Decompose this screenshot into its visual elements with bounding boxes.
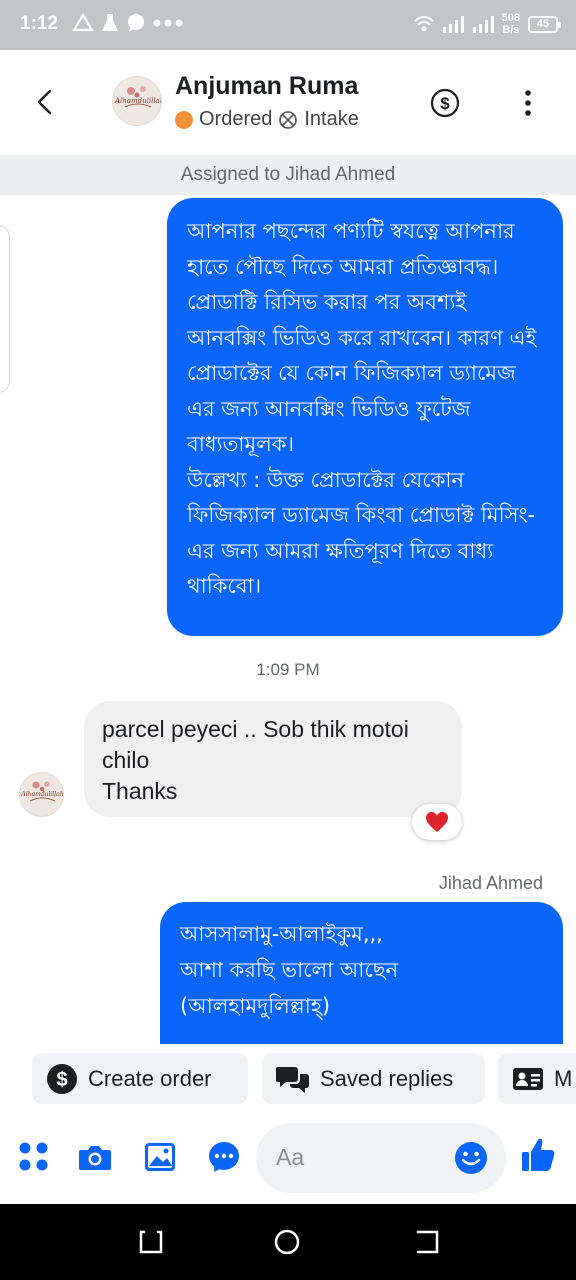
more-options-icon[interactable] <box>518 88 538 118</box>
sender-name: Jihad Ahmed <box>438 873 543 893</box>
status-label: Ordered <box>199 108 273 130</box>
assigned-banner: Assigned to Jihad Ahmed <box>0 155 576 195</box>
stage-label: Intake <box>304 108 359 130</box>
messenger-screen: 1:12 508 B/s 45 Alhamdulillah Anjuman Ru… <box>0 0 576 1280</box>
more-notifications-icon <box>153 19 183 27</box>
apps-grid-icon[interactable] <box>17 1140 51 1174</box>
flask-icon <box>102 14 118 31</box>
system-navigation-bar <box>0 1204 576 1280</box>
quick-actions: $ Create order Saved replies M <box>0 1050 576 1108</box>
avatar[interactable]: Alhamdulillah <box>112 76 162 126</box>
signal-icon-2 <box>472 16 494 33</box>
chat-icon <box>128 14 144 32</box>
status-dot-icon <box>175 110 193 129</box>
previous-message-edge <box>0 225 10 393</box>
incoming-message[interactable]: parcel peyeci .. Sob thik motoi chilo Th… <box>84 701 462 817</box>
wifi-icon <box>413 16 434 32</box>
contact-card-icon <box>513 1067 543 1090</box>
status-right: 508 B/s 45 <box>413 12 561 36</box>
message-input[interactable]: Aa <box>256 1123 506 1193</box>
payment-dollar-icon[interactable]: $ <box>430 88 460 118</box>
back-nav-icon[interactable] <box>413 1228 441 1256</box>
outgoing-message[interactable]: আপনার পছন্দের পণ্যটি স্বযত্নে আপনার হাতে… <box>167 198 563 636</box>
signal-icon <box>442 16 464 33</box>
contact-name[interactable]: Anjuman Ruma <box>175 72 358 101</box>
dollar-circle-icon: $ <box>47 1063 77 1094</box>
recent-apps-icon[interactable] <box>137 1228 165 1256</box>
intake-icon <box>279 110 298 129</box>
outgoing-message[interactable]: আসসালামু-আলাইকুম,,, আশা করছি ভালো আছেন (… <box>160 902 563 1044</box>
message-timestamp: 1:09 PM <box>256 660 320 679</box>
net-speed: 508 B/s <box>501 12 520 36</box>
create-order-button[interactable]: $ Create order <box>32 1053 248 1104</box>
camera-icon[interactable] <box>78 1140 112 1174</box>
saved-replies-button[interactable]: Saved replies <box>262 1053 485 1104</box>
order-status[interactable]: Ordered Intake <box>175 108 359 131</box>
conversation-header: Alhamdulillah Anjuman Ruma Ordered Intak… <box>0 50 576 155</box>
sender-avatar[interactable]: Alhamdulillah <box>19 772 64 817</box>
gallery-icon[interactable] <box>143 1140 177 1174</box>
heart-reaction[interactable] <box>412 804 462 840</box>
heart-icon <box>426 812 448 832</box>
svg-text:$: $ <box>56 1069 67 1091</box>
thumbs-up-icon[interactable] <box>520 1136 556 1174</box>
notification-icons <box>72 12 184 34</box>
back-arrow-icon[interactable] <box>30 85 60 119</box>
message-composer: Aa <box>0 1110 576 1204</box>
drive-icon <box>72 13 94 32</box>
svg-text:$: $ <box>440 94 450 113</box>
status-bar: 1:12 508 B/s 45 <box>0 0 576 50</box>
contact-card-button[interactable]: M <box>498 1053 576 1104</box>
chat-bubble-icon[interactable] <box>207 1140 241 1174</box>
status-time: 1:12 <box>20 13 59 34</box>
chat-bubbles-icon <box>276 1066 309 1093</box>
emoji-icon[interactable] <box>453 1140 489 1176</box>
home-icon[interactable] <box>273 1228 301 1256</box>
battery-icon: 45 <box>528 15 561 33</box>
